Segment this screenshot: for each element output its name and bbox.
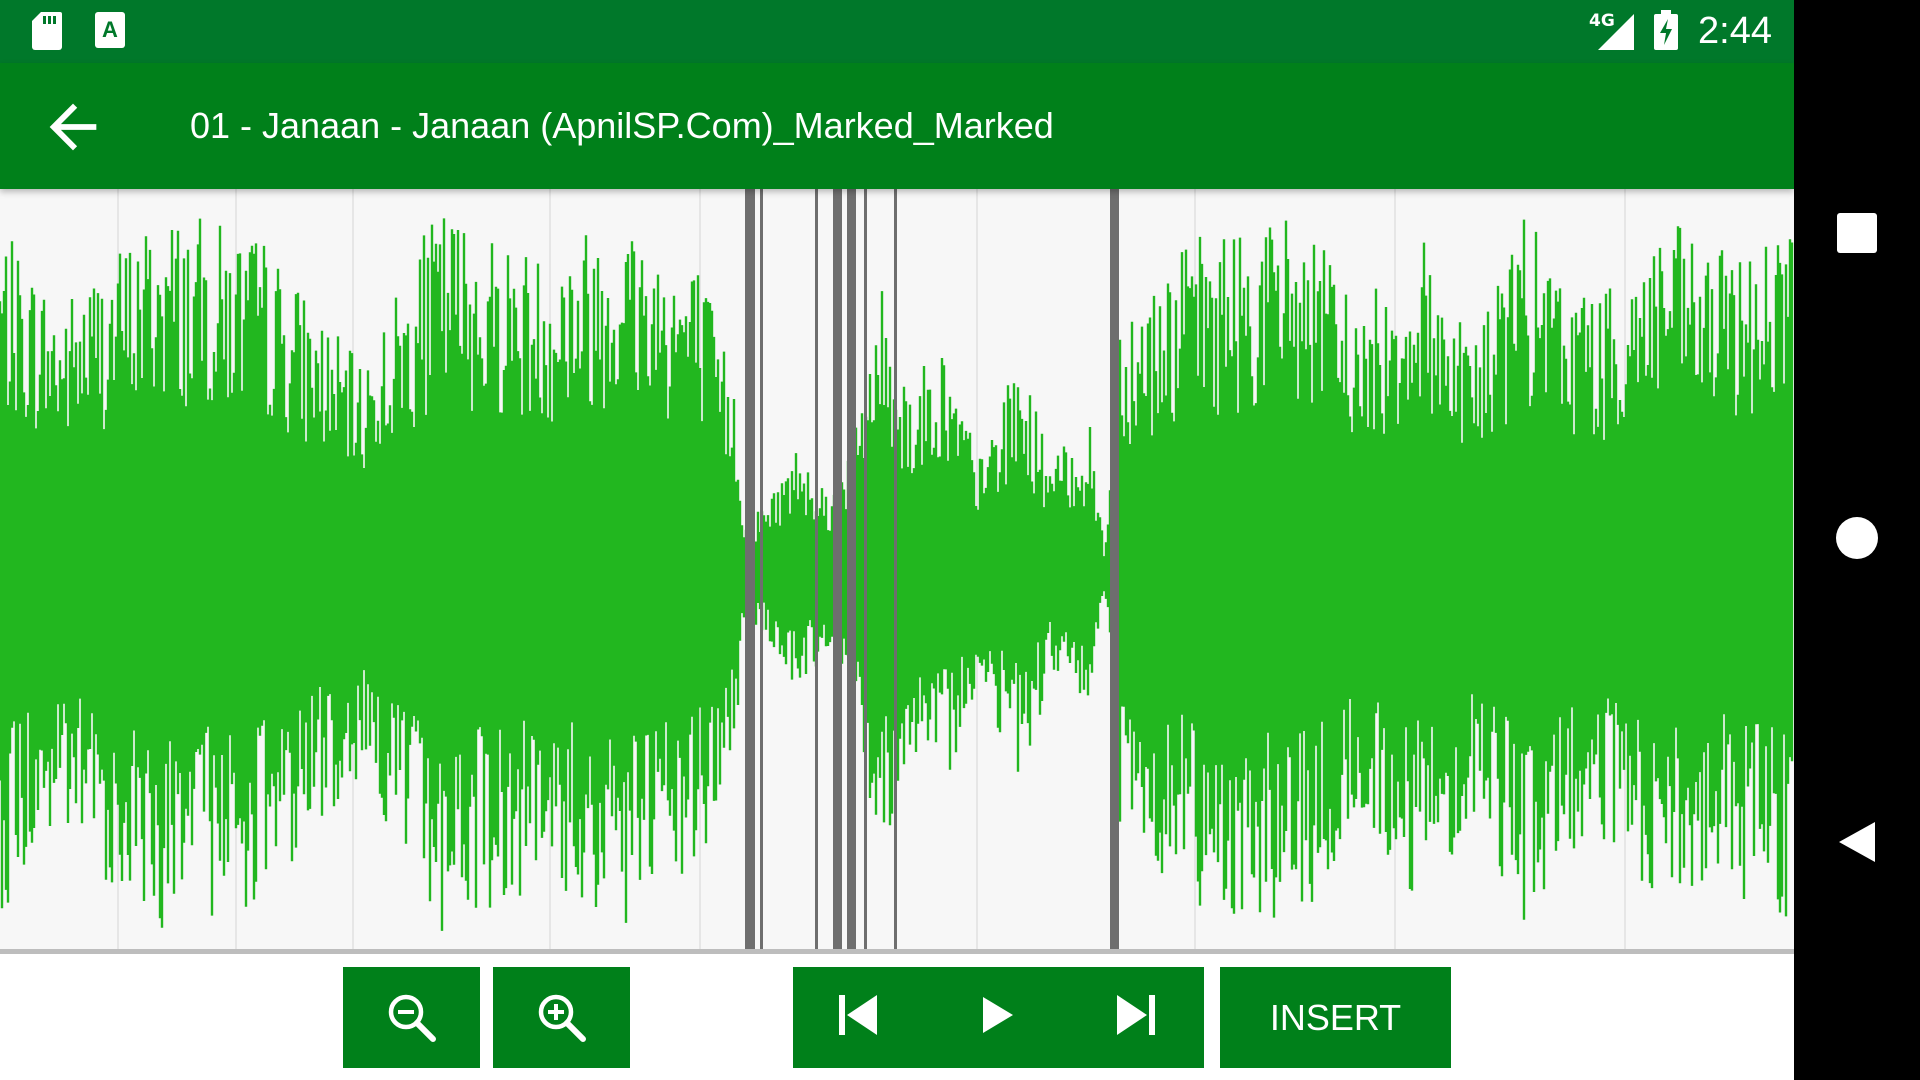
- recents-square-icon: [1837, 212, 1877, 258]
- waveform-canvas[interactable]: [0, 189, 1794, 949]
- insert-button[interactable]: INSERT: [1220, 967, 1451, 1068]
- play-button[interactable]: [938, 967, 1058, 1068]
- home-circle-icon: [1836, 516, 1878, 564]
- marker-line[interactable]: [760, 189, 763, 949]
- system-navigation-bar: [1794, 0, 1920, 1080]
- marker-line[interactable]: [864, 189, 867, 949]
- marker-line[interactable]: [1110, 189, 1119, 949]
- app-notification-icon: A: [95, 12, 125, 53]
- back-button[interactable]: [38, 92, 108, 162]
- transport-controls: [793, 967, 1204, 1068]
- system-back-button[interactable]: [1794, 784, 1920, 904]
- app-screen: A 4G 2:44 01 - Janaan - Janaan (ApnilSP.…: [0, 0, 1794, 1080]
- arrow-back-icon: [38, 103, 108, 166]
- app-toolbar: 01 - Janaan - Janaan (ApnilSP.Com)_Marke…: [0, 63, 1794, 189]
- page-title: 01 - Janaan - Janaan (ApnilSP.Com)_Marke…: [190, 105, 1054, 146]
- marker-line[interactable]: [894, 189, 897, 949]
- skip-next-button[interactable]: [1076, 967, 1196, 1068]
- marker-line[interactable]: [833, 189, 842, 949]
- zoom-out-button[interactable]: [343, 967, 480, 1068]
- marker-line[interactable]: [815, 189, 818, 949]
- waveform-view[interactable]: [0, 189, 1794, 949]
- marker-line[interactable]: [745, 189, 755, 949]
- zoom-in-icon: [535, 991, 589, 1050]
- recents-button[interactable]: [1794, 175, 1920, 295]
- clock: 2:44: [1698, 10, 1772, 52]
- status-bar: A 4G 2:44: [0, 0, 1794, 63]
- skip-previous-button[interactable]: [798, 967, 918, 1068]
- signal-icon: [1598, 14, 1634, 55]
- skip-next-icon: [1115, 993, 1157, 1042]
- marker-line[interactable]: [847, 189, 856, 949]
- control-bar: INSERT: [0, 954, 1794, 1080]
- zoom-out-icon: [385, 991, 439, 1050]
- sd-card-icon: [32, 12, 62, 55]
- play-icon: [981, 995, 1015, 1040]
- zoom-in-button[interactable]: [493, 967, 630, 1068]
- svg-text:A: A: [102, 17, 118, 42]
- battery-charging-icon: [1654, 10, 1678, 55]
- home-button[interactable]: [1794, 480, 1920, 600]
- skip-previous-icon: [837, 993, 879, 1042]
- back-triangle-icon: [1837, 820, 1877, 869]
